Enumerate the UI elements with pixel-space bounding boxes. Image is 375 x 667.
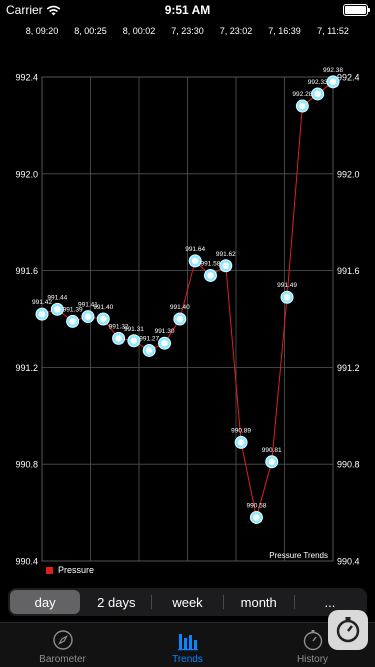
y-tick-label-left: 992.4 [15,73,38,83]
data-label: 991.31 [124,326,144,333]
data-point-center [207,272,214,279]
data-point-center [299,102,306,110]
data-label: 991.44 [47,294,67,301]
segment-week[interactable]: week [152,590,222,614]
data-label: 991.30 [155,328,175,335]
data-point-center [100,315,107,323]
data-label: 990.89 [231,427,251,434]
chart-canvas: 992.4 992.4 992.0 992.0 991.6 991.6 991.2 991.2… [15,26,360,567]
y-tick-label-right: 991.2 [337,363,360,373]
data-point-center [253,514,260,521]
legend-swatch [46,566,53,574]
data-label: 991.64 [185,246,205,253]
data-label: 992.38 [323,67,343,74]
tab-label-history: History [296,654,329,665]
status-bar: Carrier 9:51 AM [0,0,375,20]
data-point-center [54,306,61,313]
data-point-center [38,310,46,318]
y-tick-label-left: 992.0 [15,169,38,179]
y-tick-label-left: 990.4 [15,557,38,567]
y-tick-label-right: 992.4 [337,73,360,83]
tab-label-trends: Trends [172,654,203,665]
data-point-center [69,318,76,325]
y-tick-label-left: 990.8 [15,460,38,470]
data-point-center [115,335,122,342]
y-tick-label-right: 990.4 [337,557,360,567]
data-point-center [237,439,245,446]
data-point-center [84,313,92,320]
data-label: 992.28 [292,91,312,98]
x-tick-label: 7, 23:02 [220,26,253,36]
data-label: 991.62 [216,251,236,258]
y-tick-label-right: 990.8 [337,460,360,470]
pressure-chart: 992.4 992.4 992.0 992.0 991.6 991.6 991.2 991.2… [0,20,375,580]
clock-time: 9:51 AM [164,3,211,17]
tab-label-barometer: Barometer [39,654,86,665]
data-point-center [222,262,229,269]
tab-barometer[interactable]: Barometer [0,623,125,667]
data-label: 991.27 [139,335,159,342]
y-tick-label-right: 992.0 [337,169,360,179]
floating-stopwatch-button[interactable] [328,610,368,650]
legend-label: Pressure [58,565,95,575]
y-tick-label-left: 991.6 [15,266,38,276]
data-point-center [329,78,337,86]
data-point-center [191,257,199,265]
data-point-center [146,347,153,354]
y-tick-label-right: 991.6 [337,266,360,276]
data-point-center [268,458,275,465]
stopwatch-icon [336,617,360,643]
segment-2-days[interactable]: 2 days [81,590,151,614]
data-point-center [176,315,184,323]
data-label: 991.49 [277,282,297,289]
tab-trends[interactable]: Trends [125,623,250,667]
data-label: 991.40 [93,304,113,311]
bar-chart-icon [177,634,198,651]
x-tick-label: 7, 11:52 [317,26,349,36]
x-tick-label: 8, 09:20 [26,26,59,36]
data-point-center [161,340,168,347]
battery-icon [343,4,370,16]
stopwatch-icon [303,630,322,651]
data-label: 990.81 [262,447,282,454]
segment-day[interactable]: day [10,590,81,614]
data-point-center [130,337,138,344]
x-tick-label: 8, 00:02 [123,26,156,36]
range-segmented-control[interactable]: day 2 days week month... [8,588,367,616]
data-point-center [314,90,321,98]
segment-month[interactable]: month [224,590,294,614]
data-label: 991.58 [201,260,221,267]
chart-title: Pressure Trends [269,551,328,560]
x-tick-label: 7, 16:39 [268,26,301,36]
tab-bar: Barometer Trends History [0,622,375,667]
data-label: 992.33 [308,79,328,86]
data-point-center [283,294,291,301]
data-label: 990.58 [246,502,266,509]
chart-legend: Pressure [46,564,94,576]
x-tick-label: 7, 23:30 [171,26,204,36]
data-label: 991.40 [170,304,190,311]
x-tick-label: 8, 00:25 [74,26,107,36]
y-tick-label-left: 991.2 [15,363,38,373]
compass-icon [52,630,73,650]
